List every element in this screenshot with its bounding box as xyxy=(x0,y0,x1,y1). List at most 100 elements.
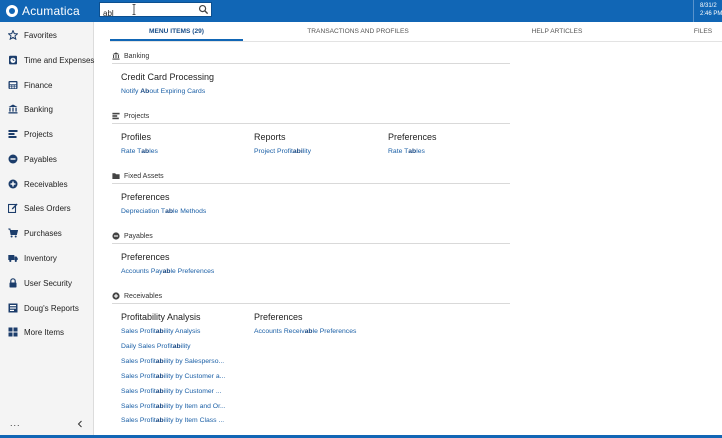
link-accounts-receivable-preferences[interactable]: Accounts Receivable Preferences xyxy=(254,328,356,335)
projects-icon xyxy=(112,112,120,120)
folder-icon xyxy=(112,172,120,180)
link-sales-profitability-by-salesperson[interactable]: Sales Profitability by Salesperso... xyxy=(121,358,224,365)
link-depreciation-table-methods[interactable]: Depreciation Table Methods xyxy=(121,208,206,215)
link-sales-profitability-by-item-class[interactable]: Sales Profitability by Item Class ... xyxy=(121,417,224,424)
tabs-divider xyxy=(110,41,722,42)
link-sales-profitability-by-customer-a[interactable]: Sales Profitability by Customer a... xyxy=(121,373,225,380)
link-text: Accounts Pay xyxy=(121,268,163,275)
sidebar-item-purchases[interactable]: Purchases xyxy=(0,221,94,245)
link-text: ility xyxy=(180,343,191,350)
link-rate-tables[interactable]: Rate Tables xyxy=(388,148,425,155)
link-text: ility by Salesperso... xyxy=(163,358,225,365)
link-text: ility by Item and Or... xyxy=(163,403,226,410)
sidebar-item-receivables[interactable]: Receivables xyxy=(0,172,94,196)
search-box xyxy=(99,2,212,20)
sidebar-item-user-security[interactable]: User Security xyxy=(0,271,94,295)
sidebar-item-inventory[interactable]: Inventory xyxy=(0,246,94,270)
section-title: Banking xyxy=(124,52,150,60)
time-label: 2:46 PM xyxy=(700,11,722,17)
finance-icon xyxy=(8,80,18,90)
section-divider xyxy=(112,303,510,304)
link-sales-profitability-by-item-and-order[interactable]: Sales Profitability by Item and Or... xyxy=(121,403,226,410)
group-title: Profiles xyxy=(121,132,152,142)
link-match: ab xyxy=(155,403,164,410)
link-match: ab xyxy=(165,208,174,215)
link-match: ab xyxy=(155,328,164,335)
section-title: Fixed Assets xyxy=(124,172,164,180)
projects-icon xyxy=(8,129,18,139)
link-text: lity xyxy=(302,148,312,155)
link-text: Daily Sales Profit xyxy=(121,343,173,350)
chevron-left-icon[interactable] xyxy=(76,420,84,428)
search-result-tabs: MENU ITEMS (29) TRANSACTIONS AND PROFILE… xyxy=(110,26,722,41)
tab-menu-items[interactable]: MENU ITEMS (29) xyxy=(110,26,243,41)
edit-icon xyxy=(8,203,18,213)
link-text: Sales Profit xyxy=(121,388,156,395)
link-text: Accounts Receiv xyxy=(254,328,305,335)
tab-files[interactable]: FILES xyxy=(688,26,718,41)
link-text: ility by Item Class ... xyxy=(163,417,225,424)
section-divider xyxy=(112,123,510,124)
section-divider xyxy=(112,243,510,244)
plus-circle-icon xyxy=(8,179,18,189)
group-title: Reports xyxy=(254,132,286,142)
sidebar-item-label: Inventory xyxy=(24,253,57,263)
section-title: Receivables xyxy=(124,292,163,300)
minus-circle-icon xyxy=(112,232,120,240)
sidebar-item-sales-orders[interactable]: Sales Orders xyxy=(0,196,94,220)
group-title: Preferences xyxy=(121,192,170,202)
search-input[interactable] xyxy=(100,7,195,20)
link-sales-profitability-by-customer[interactable]: Sales Profitability by Customer ... xyxy=(121,388,222,395)
sidebar-item-label: Payables xyxy=(24,154,57,164)
top-bar: Acumatica 8/31/2 2:46 PM xyxy=(0,0,722,22)
link-text: Rate T xyxy=(121,148,142,155)
sidebar-item-time-and-expenses[interactable]: Time and Expenses xyxy=(0,48,94,72)
sidebar-item-label: Finance xyxy=(24,80,53,90)
sidebar-item-dougs-reports[interactable]: Doug's Reports xyxy=(0,296,94,320)
sidebar-item-projects[interactable]: Projects xyxy=(0,122,94,146)
link-accounts-payable-preferences[interactable]: Accounts Payable Preferences xyxy=(121,268,214,275)
link-text: Rate T xyxy=(388,148,409,155)
link-text: ility by Customer ... xyxy=(163,388,222,395)
sidebar-item-payables[interactable]: Payables xyxy=(0,147,94,171)
link-text: Sales Profit xyxy=(121,328,156,335)
sidebar-item-more-items[interactable]: More Items xyxy=(0,320,94,344)
link-text: Notify xyxy=(121,88,141,95)
topbar-divider xyxy=(693,0,694,22)
link-rate-tables[interactable]: Rate Tables xyxy=(121,148,158,155)
sidebar-item-label: More Items xyxy=(24,327,65,337)
section-divider xyxy=(112,63,510,64)
link-sales-profitability-analysis[interactable]: Sales Profitability Analysis xyxy=(121,328,200,335)
tab-help-articles[interactable]: HELP ARTICLES xyxy=(510,26,604,41)
link-match: ab xyxy=(155,373,164,380)
brand-logo[interactable]: Acumatica xyxy=(6,4,80,18)
link-text: les xyxy=(416,148,425,155)
link-match: ab xyxy=(172,343,181,350)
link-match: abi xyxy=(292,148,303,155)
sidebar-item-label: Doug's Reports xyxy=(24,303,79,313)
plus-circle-icon xyxy=(112,292,120,300)
sidebar-item-finance[interactable]: Finance xyxy=(0,73,94,97)
link-notify-about-expiring-cards[interactable]: Notify About Expiring Cards xyxy=(121,88,205,95)
more-options-button[interactable]: ... xyxy=(10,418,21,428)
link-text: le Preferences xyxy=(312,328,357,335)
link-match: ab xyxy=(304,328,313,335)
link-text: Project Profit xyxy=(254,148,293,155)
link-match: Ab xyxy=(140,88,150,95)
link-text: Sales Profit xyxy=(121,417,156,424)
link-project-profitability[interactable]: Project Profitability xyxy=(254,148,311,155)
sidebar-item-favorites[interactable]: Favorites xyxy=(0,23,94,47)
acumatica-logo-icon xyxy=(6,5,18,17)
link-text: les xyxy=(149,148,158,155)
sidebar-item-banking[interactable]: Banking xyxy=(0,97,94,121)
link-text: ility by Customer a... xyxy=(163,373,226,380)
link-text: Sales Profit xyxy=(121,358,156,365)
link-text: le Methods xyxy=(173,208,207,215)
section-header-projects: Projects xyxy=(112,111,149,121)
lock-icon xyxy=(8,278,18,288)
search-icon[interactable] xyxy=(198,4,209,15)
link-daily-sales-profitability[interactable]: Daily Sales Profitability xyxy=(121,343,191,350)
tab-transactions-and-profiles[interactable]: TRANSACTIONS AND PROFILES xyxy=(288,26,428,41)
truck-icon xyxy=(8,253,18,263)
link-text: le Preferences xyxy=(170,268,215,275)
